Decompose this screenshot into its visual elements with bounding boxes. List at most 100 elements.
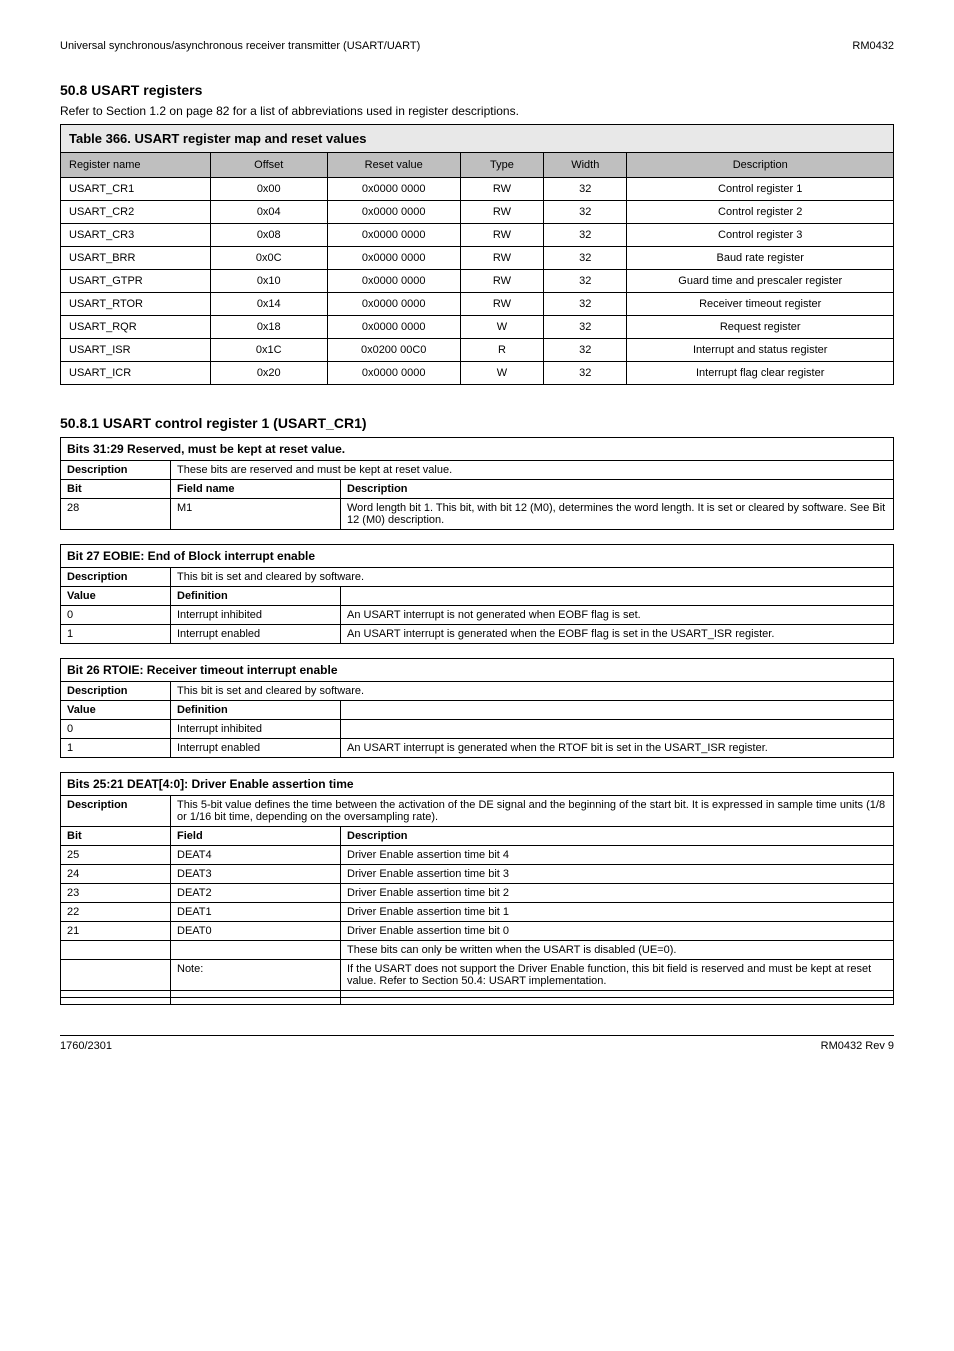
table-cell: 0x1C <box>210 339 327 362</box>
bits-cell: An USART interrupt is generated when the… <box>341 625 894 644</box>
subsection-title: 50.8.1 USART control register 1 (USART_C… <box>60 415 894 431</box>
table-cell: Control register 3 <box>627 224 894 247</box>
table-cell: Interrupt and status register <box>627 339 894 362</box>
bits-header-cell: Field name <box>171 480 341 499</box>
table-cell: 32 <box>544 339 627 362</box>
bits-cell: Interrupt enabled <box>171 625 341 644</box>
table-header-row: Register name Offset Reset value Type Wi… <box>61 153 894 178</box>
bits-header-cell: Value <box>61 587 171 606</box>
header-left: Universal synchronous/asynchronous recei… <box>60 40 420 52</box>
bits-cell: DEAT0 <box>171 922 341 941</box>
col-header: Type <box>460 153 543 178</box>
bits-cell: 23 <box>61 884 171 903</box>
table-cell: 0x14 <box>210 293 327 316</box>
table-cell: 32 <box>544 247 627 270</box>
bits-cell: Driver Enable assertion time bit 3 <box>341 865 894 884</box>
table-row: USART_CR30x080x0000 0000RW32Control regi… <box>61 224 894 247</box>
page-header: Universal synchronous/asynchronous recei… <box>60 40 894 52</box>
bits-cell: Driver Enable assertion time bit 2 <box>341 884 894 903</box>
description-text: These bits are reserved and must be kept… <box>171 461 894 480</box>
bits-cell <box>171 941 341 960</box>
bits-cell: DEAT2 <box>171 884 341 903</box>
register-title: Bit 26 RTOIE: Receiver timeout interrupt… <box>61 659 894 682</box>
footer-left: 1760/2301 <box>60 1040 112 1052</box>
table-cell: Baud rate register <box>627 247 894 270</box>
bits-cell: 1 <box>61 625 171 644</box>
register-map-table: Table 366. USART register map and reset … <box>60 124 894 385</box>
bits-cell: Note: <box>171 960 341 991</box>
bits-cell <box>341 998 894 1005</box>
bits-cell: 21 <box>61 922 171 941</box>
table-cell: 0x0200 00C0 <box>327 339 460 362</box>
description-text: This bit is set and cleared by software. <box>171 682 894 701</box>
description-label: Description <box>61 682 171 701</box>
bits-row: 24DEAT3Driver Enable assertion time bit … <box>61 865 894 884</box>
table-title: USART register map and reset values <box>135 131 367 146</box>
table-cell: USART_ISR <box>61 339 211 362</box>
table-cell: RW <box>460 247 543 270</box>
table-cell: 0x0000 0000 <box>327 316 460 339</box>
bits-cell: Interrupt enabled <box>171 739 341 758</box>
table-cell: 0x10 <box>210 270 327 293</box>
table-cell: W <box>460 362 543 385</box>
table-row: USART_CR10x000x0000 0000RW32Control regi… <box>61 178 894 201</box>
bits-row: 0Interrupt inhibited <box>61 720 894 739</box>
bits-row: 21DEAT0Driver Enable assertion time bit … <box>61 922 894 941</box>
table-row: USART_CR20x040x0000 0000RW32Control regi… <box>61 201 894 224</box>
table-cell: 32 <box>544 316 627 339</box>
table-cell: USART_CR1 <box>61 178 211 201</box>
bits-cell: 25 <box>61 846 171 865</box>
register-block: Bit 27 EOBIE: End of Block interrupt ena… <box>60 544 894 644</box>
table-cell: RW <box>460 293 543 316</box>
description-text: This bit is set and cleared by software. <box>171 568 894 587</box>
table-cell: 0x0000 0000 <box>327 224 460 247</box>
table-cell: RW <box>460 224 543 247</box>
col-header: Register name <box>61 153 211 178</box>
table-cell: 0x04 <box>210 201 327 224</box>
table-cell: Control register 2 <box>627 201 894 224</box>
bits-cell: Interrupt inhibited <box>171 606 341 625</box>
bits-header-cell: Description <box>341 827 894 846</box>
table-row: USART_RQR0x180x0000 0000W32Request regis… <box>61 316 894 339</box>
register-block: Bits 25:21 DEAT[4:0]: Driver Enable asse… <box>60 772 894 1005</box>
table-cell: Control register 1 <box>627 178 894 201</box>
bits-cell <box>341 991 894 998</box>
table-cell: Request register <box>627 316 894 339</box>
col-header: Offset <box>210 153 327 178</box>
bits-cell: 0 <box>61 606 171 625</box>
bits-cell: If the USART does not support the Driver… <box>341 960 894 991</box>
table-cell: 0x0000 0000 <box>327 247 460 270</box>
bits-header-cell <box>341 701 894 720</box>
bits-cell: 24 <box>61 865 171 884</box>
table-cell: USART_ICR <box>61 362 211 385</box>
bits-cell: An USART interrupt is generated when the… <box>341 739 894 758</box>
table-cell: USART_BRR <box>61 247 211 270</box>
table-row: USART_RTOR0x140x0000 0000RW32Receiver ti… <box>61 293 894 316</box>
table-cell: RW <box>460 178 543 201</box>
table-cell: 0x0000 0000 <box>327 178 460 201</box>
table-cell: 32 <box>544 201 627 224</box>
table-cell: Interrupt flag clear register <box>627 362 894 385</box>
register-title: Bits 31:29 Reserved, must be kept at res… <box>61 438 894 461</box>
table-cell: W <box>460 316 543 339</box>
bits-cell <box>61 960 171 991</box>
bits-row <box>61 998 894 1005</box>
col-header: Description <box>627 153 894 178</box>
bits-row: 23DEAT2Driver Enable assertion time bit … <box>61 884 894 903</box>
bits-row: 1Interrupt enabledAn USART interrupt is … <box>61 625 894 644</box>
bits-row: 22DEAT1Driver Enable assertion time bit … <box>61 903 894 922</box>
register-block: Bit 26 RTOIE: Receiver timeout interrupt… <box>60 658 894 758</box>
table-cell: USART_CR3 <box>61 224 211 247</box>
table-cell: USART_GTPR <box>61 270 211 293</box>
bits-row: Note:If the USART does not support the D… <box>61 960 894 991</box>
description-label: Description <box>61 461 171 480</box>
bits-row: These bits can only be written when the … <box>61 941 894 960</box>
bits-row: 0Interrupt inhibitedAn USART interrupt i… <box>61 606 894 625</box>
table-cell: 0x20 <box>210 362 327 385</box>
bits-cell: DEAT1 <box>171 903 341 922</box>
table-cell: Guard time and prescaler register <box>627 270 894 293</box>
bits-row: 1Interrupt enabledAn USART interrupt is … <box>61 739 894 758</box>
table-number: Table 366. <box>69 131 131 146</box>
table-cell: 0x0000 0000 <box>327 293 460 316</box>
table-cell: 0x0000 0000 <box>327 201 460 224</box>
